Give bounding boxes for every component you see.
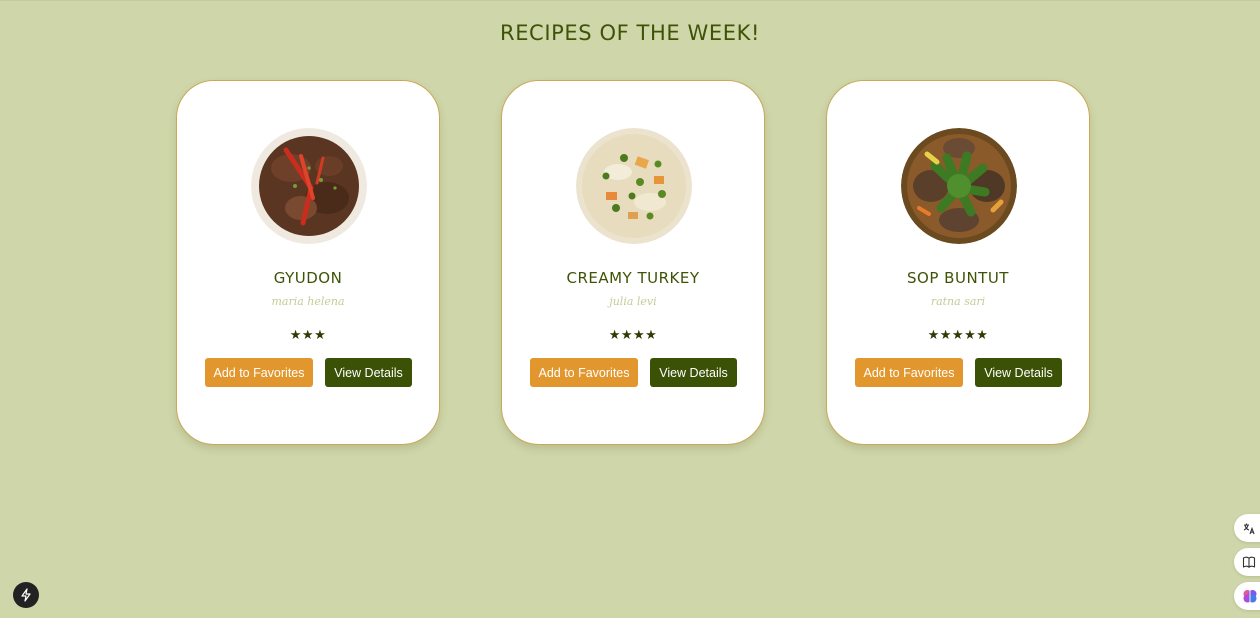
creamy-turkey-photo (576, 128, 692, 244)
view-details-button[interactable]: View Details (650, 358, 737, 387)
gyudon-photo (251, 128, 367, 244)
rating-stars: ★★★ (289, 328, 327, 343)
recipes-page: RECIPES OF THE WEEK! GYUDON maria helena (0, 0, 1260, 618)
book-icon[interactable] (1234, 548, 1260, 576)
recipe-name: CREAMY TURKEY (566, 269, 700, 287)
rating-stars: ★★★★ (608, 328, 658, 343)
recipe-author: ratna sari (930, 295, 986, 308)
recipe-author: maria helena (271, 295, 345, 308)
lightning-icon[interactable] (13, 582, 39, 608)
add-to-favorites-button[interactable]: Add to Favorites (530, 358, 638, 387)
recipe-name: SOP BUNTUT (907, 269, 1009, 287)
view-details-button[interactable]: View Details (325, 358, 412, 387)
recipe-card-sop-buntut: SOP BUNTUT ratna sari ★★★★★ Add to Favor… (826, 80, 1090, 445)
translate-icon[interactable] (1234, 514, 1260, 542)
brain-icon[interactable] (1234, 582, 1260, 610)
recipe-card-creamy-turkey: CREAMY TURKEY julia levi ★★★★ Add to Fav… (501, 80, 765, 445)
rating-stars: ★★★★★ (927, 328, 989, 343)
recipe-author: julia levi (609, 295, 657, 308)
add-to-favorites-button[interactable]: Add to Favorites (855, 358, 963, 387)
view-details-button[interactable]: View Details (975, 358, 1062, 387)
recipe-name: GYUDON (273, 269, 343, 287)
page-title: RECIPES OF THE WEEK! (500, 21, 760, 45)
recipe-card-gyudon: GYUDON maria helena ★★★ Add to Favorites… (176, 80, 440, 445)
add-to-favorites-button[interactable]: Add to Favorites (205, 358, 313, 387)
sop-buntut-photo (901, 128, 1017, 244)
